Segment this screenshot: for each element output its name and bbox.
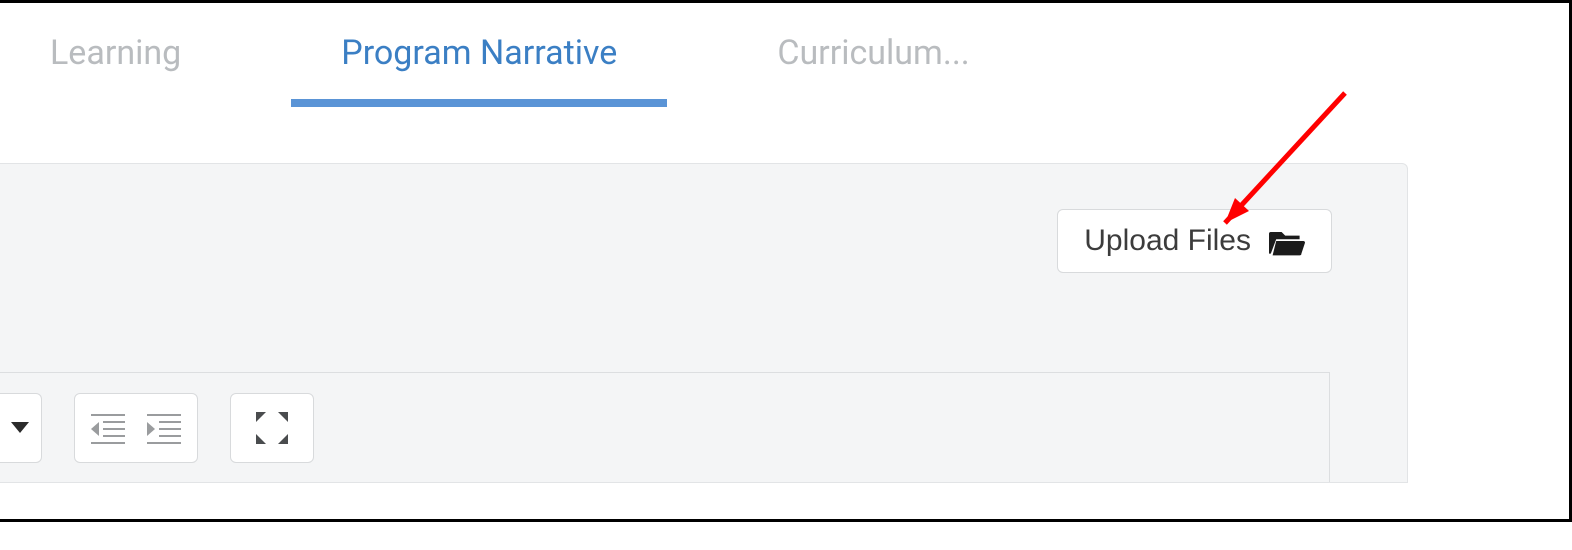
indent-icon <box>145 411 183 445</box>
tab-curriculum[interactable]: Curriculum... <box>677 23 1029 103</box>
upload-files-label: Upload Files <box>1084 224 1251 258</box>
dropdown-toggle-button[interactable] <box>0 393 42 463</box>
fullscreen-icon <box>252 408 292 448</box>
tab-learning[interactable]: Learning <box>40 23 281 103</box>
tab-bar: Learning Program Narrative Curriculum... <box>0 3 1569 103</box>
folder-open-icon <box>1269 226 1305 256</box>
app-frame: Learning Program Narrative Curriculum...… <box>0 0 1572 522</box>
tab-program-narrative[interactable]: Program Narrative <box>281 23 677 103</box>
indent-buttons-group[interactable] <box>74 393 198 463</box>
editor-toolbar <box>0 372 1330 482</box>
caret-down-icon <box>11 422 29 433</box>
outdent-icon <box>89 411 127 445</box>
content-panel: Upload Files <box>0 163 1408 483</box>
fullscreen-button[interactable] <box>230 393 314 463</box>
upload-files-button[interactable]: Upload Files <box>1057 209 1332 273</box>
